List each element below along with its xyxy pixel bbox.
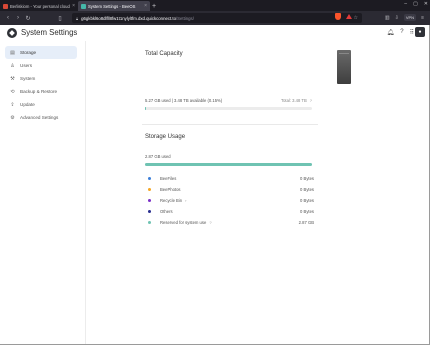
usage-used-text: 2.87 GB used: [145, 154, 171, 159]
header-icons: 🔔︎ ? ⠿: [387, 29, 414, 36]
sidebar-item-update[interactable]: ⇪ Update: [5, 98, 77, 111]
legend-dot: [148, 187, 151, 191]
brave-shield-icon[interactable]: [335, 13, 341, 20]
url-path: /Settings/: [175, 15, 194, 21]
close-window-icon[interactable]: ✕: [424, 1, 428, 7]
reload-icon[interactable]: ↻: [24, 14, 32, 22]
storage-icon: ▤: [10, 49, 15, 56]
window-controls: – ▢ ✕: [404, 1, 428, 7]
capacity-bar-fill: [145, 107, 146, 110]
favicon-icon: [81, 3, 86, 9]
tab-strip: Berliskiom - Your personal cloud po... ×…: [0, 0, 430, 11]
sidebar-item-users[interactable]: ♙ Users: [5, 59, 77, 72]
help-icon: ?: [309, 98, 312, 103]
close-tab-icon[interactable]: ×: [72, 3, 75, 9]
maximize-icon[interactable]: ▢: [413, 1, 418, 7]
vpn-button[interactable]: VPN: [403, 14, 417, 21]
sidebar-item-label: System: [20, 76, 36, 81]
close-tab-icon[interactable]: ×: [144, 3, 147, 9]
total-capacity-title: Total Capacity: [145, 51, 183, 57]
tab-label: Berliskiom - Your personal cloud po...: [10, 3, 70, 9]
storage-usage-title: Storage Usage: [145, 134, 186, 140]
tab-system-settings[interactable]: System Settings - BeeOS ×: [78, 1, 150, 11]
sidebar-item-label: Users: [20, 63, 32, 68]
divider: [142, 124, 318, 125]
tab-bee-cloud[interactable]: Berliskiom - Your personal cloud po... ×: [0, 1, 78, 11]
app-header: System Settings 🔔︎ ? ⠿ ●: [0, 25, 430, 41]
legend-dot: [148, 220, 151, 224]
capacity-total-text: Total: 3.48 TB?: [281, 98, 312, 103]
chevron-right-icon: ›: [185, 197, 187, 203]
toolbar-icons: ▥ ⇩ VPN ≡: [385, 14, 424, 21]
apps-grid-icon[interactable]: ⠿: [410, 29, 414, 36]
legend-dot: [148, 209, 151, 213]
usage-bar-fill: [145, 163, 312, 166]
sidebar-toggle-icon[interactable]: ▥: [385, 15, 390, 21]
sidebar-item-label: Update: [20, 102, 35, 107]
user-avatar[interactable]: ●: [415, 27, 425, 37]
capacity-used-text: 5.27 GB used | 3.48 TB available (0.15%): [145, 98, 223, 103]
sidebar-item-system[interactable]: ⚒ System: [5, 72, 77, 85]
sidebar-item-backup-restore[interactable]: ⟲ Backup & Restore: [5, 85, 77, 98]
url-host: g6gkbkl6o8dlfll8fw1t1nylyltfm.dxd.quickc…: [81, 15, 176, 21]
beeos-logo-icon: [7, 28, 17, 38]
settings-icon: ⚙: [10, 114, 15, 121]
menu-icon[interactable]: ≡: [421, 15, 424, 21]
navigation-bar: ‹ › ↻ ▯ 🔒︎ g6gkbkl6o8dlfll8fw1t1nylyltfm…: [0, 11, 430, 25]
usage-row-others: Others 0 Bytes: [148, 207, 314, 215]
tab-label: System Settings - BeeOS: [88, 3, 136, 9]
download-icon[interactable]: ⇩: [395, 15, 399, 21]
address-bar[interactable]: 🔒︎ g6gkbkl6o8dlfll8fw1t1nylyltfm.dxd.qui…: [72, 13, 362, 23]
sidebar-item-storage[interactable]: ▤ Storage: [5, 46, 77, 59]
bookmark-icon[interactable]: ▯: [56, 14, 64, 22]
main-panel: Total Capacity 5.27 GB used | 3.48 TB av…: [142, 41, 351, 341]
back-icon[interactable]: ‹: [4, 14, 12, 22]
backup-icon: ⟲: [10, 88, 15, 95]
sidebar-item-label: Storage: [20, 50, 37, 55]
help-icon[interactable]: ?: [400, 29, 403, 36]
new-tab-button[interactable]: +: [150, 1, 158, 11]
update-icon: ⇪: [10, 101, 15, 108]
capacity-bar: [145, 107, 312, 110]
page-title: System Settings: [21, 28, 78, 37]
help-icon: ?: [209, 219, 212, 225]
sidebar-item-label: Advanced Settings: [20, 115, 59, 120]
wrench-icon: ⚒: [10, 75, 15, 82]
usage-row-recycle-bin[interactable]: Recycle Bin › 0 Bytes: [148, 196, 314, 204]
legend-dot: [148, 176, 151, 180]
usage-bar: [145, 163, 312, 166]
minimize-icon[interactable]: –: [404, 1, 407, 7]
usage-row-reserved: Reserved for system use? 2.87 GB: [148, 218, 314, 226]
sidebar-item-label: Backup & Restore: [20, 89, 58, 94]
browser-window: Berliskiom - Your personal cloud po... ×…: [0, 0, 430, 345]
usage-row-beephotos: BeePhotos 0 Bytes: [148, 185, 314, 193]
sidebar: ▤ Storage ♙ Users ⚒ System ⟲ Backup & Re…: [0, 41, 86, 345]
user-icon: ♙: [10, 62, 15, 69]
brave-rewards-icon[interactable]: [346, 14, 352, 19]
legend-dot: [148, 198, 151, 202]
lock-icon[interactable]: 🔒︎: [76, 16, 78, 21]
usage-row-beefiles: BeeFiles 0 Bytes: [148, 174, 314, 182]
nas-device-image: [337, 50, 351, 84]
favicon-icon: [3, 3, 8, 9]
forward-icon[interactable]: ›: [14, 14, 22, 22]
app-content: System Settings 🔔︎ ? ⠿ ● ▤ Storage ♙ Use…: [0, 25, 430, 345]
notification-bell-icon[interactable]: 🔔︎: [387, 29, 395, 36]
sidebar-item-advanced-settings[interactable]: ⚙ Advanced Settings: [5, 111, 77, 124]
bookmark-star-icon[interactable]: ☆: [354, 15, 358, 21]
